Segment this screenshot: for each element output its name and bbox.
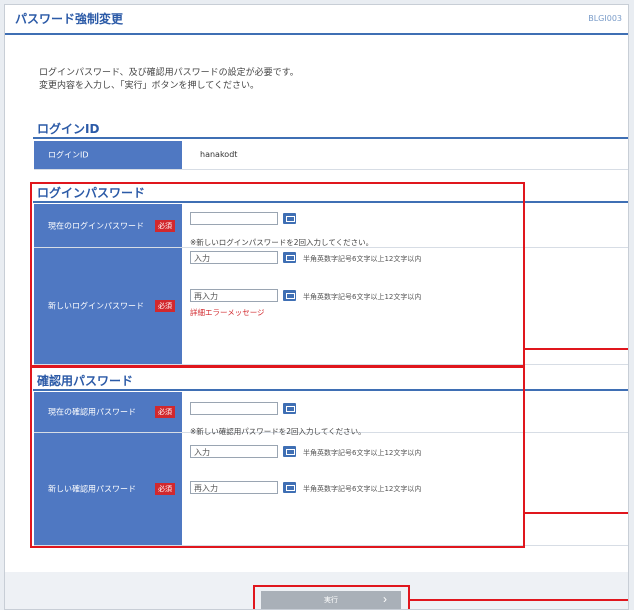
login-id-label: ログインID xyxy=(48,150,89,160)
login-id-value: hanakodt xyxy=(200,150,238,159)
login-id-section-divider xyxy=(33,137,628,139)
highlight-callout-line xyxy=(525,512,628,514)
page-header: パスワード強制変更 BLGI003 xyxy=(5,5,628,35)
screen-id: BLGI003 xyxy=(588,14,622,23)
login-id-row: ログインID hanakodt xyxy=(34,141,628,170)
login-id-value-cell: hanakodt xyxy=(182,141,628,169)
highlight-box-confirm-password xyxy=(30,366,525,548)
page-title: パスワード強制変更 xyxy=(15,12,124,26)
highlight-callout-line xyxy=(410,599,628,601)
page-frame: パスワード強制変更 BLGI003 ログインパスワード、及び確認用パスワードの設… xyxy=(4,4,629,610)
login-id-section-title: ログインID xyxy=(37,122,100,136)
highlight-box-execute xyxy=(253,585,410,609)
intro-line-1: ログインパスワード、及び確認用パスワードの設定が必要です。 xyxy=(39,68,299,78)
intro-text: ログインパスワード、及び確認用パスワードの設定が必要です。 変更内容を入力し、「… xyxy=(39,67,299,93)
intro-line-2: 変更内容を入力し、「実行」ボタンを押してください。 xyxy=(39,81,259,91)
login-id-label-cell: ログインID xyxy=(34,141,182,169)
highlight-callout-line xyxy=(525,348,628,350)
highlight-box-login-password xyxy=(30,182,525,367)
